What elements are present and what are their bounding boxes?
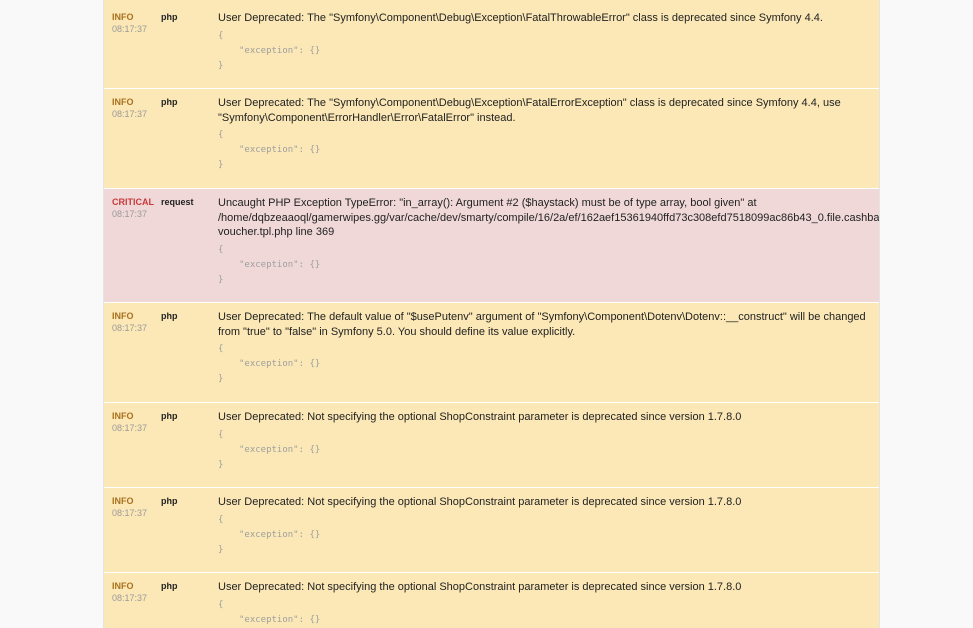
context-exception: "exception": {} bbox=[239, 444, 321, 455]
log-entry: INFO 08:17:37 php User Deprecated: Not s… bbox=[104, 488, 879, 573]
log-channel: php bbox=[161, 411, 178, 421]
log-time: 08:17:37 bbox=[112, 323, 148, 333]
log-entry: INFO 08:17:37 php User Deprecated: Not s… bbox=[104, 403, 879, 488]
log-level: INFO bbox=[112, 581, 134, 591]
log-time: 08:17:37 bbox=[112, 209, 148, 219]
log-message: User Deprecated: The "Symfony\Component\… bbox=[218, 97, 841, 124]
log-level-cell: INFO 08:17:37 bbox=[104, 11, 161, 88]
log-context: { "exception": {} } bbox=[218, 243, 879, 288]
context-exception: "exception": {} bbox=[239, 145, 321, 155]
context-open: { bbox=[218, 130, 224, 140]
context-open: { bbox=[218, 429, 224, 440]
log-message-cell: User Deprecated: The default value of "$… bbox=[218, 310, 879, 402]
context-close: } bbox=[218, 274, 224, 285]
log-time: 08:17:37 bbox=[112, 423, 148, 433]
context-exception: "exception": {} bbox=[239, 259, 321, 270]
log-entry: INFO 08:17:37 php User Deprecated: The "… bbox=[104, 0, 879, 89]
log-channel: php bbox=[161, 97, 178, 107]
log-message-cell: User Deprecated: Not specifying the opti… bbox=[218, 580, 879, 628]
log-message: User Deprecated: Not specifying the opti… bbox=[218, 411, 742, 423]
log-level-cell: INFO 08:17:37 bbox=[104, 410, 161, 487]
log-context: { "exception": {} } bbox=[218, 342, 873, 387]
log-panel: INFO 08:17:37 php User Deprecated: The "… bbox=[103, 0, 880, 628]
log-time: 08:17:37 bbox=[112, 593, 148, 603]
log-context: { "exception": {} } bbox=[218, 29, 873, 74]
log-message-cell: User Deprecated: The "Symfony\Component\… bbox=[218, 11, 879, 88]
log-message-cell: User Deprecated: Not specifying the opti… bbox=[218, 495, 879, 572]
context-close: } bbox=[218, 160, 224, 170]
log-context: { "exception": {} } bbox=[218, 128, 873, 173]
log-message: User Deprecated: The default value of "$… bbox=[218, 311, 866, 338]
log-list: INFO 08:17:37 php User Deprecated: The "… bbox=[104, 0, 879, 628]
log-message: Uncaught PHP Exception TypeError: "in_ar… bbox=[218, 197, 880, 238]
log-channel: php bbox=[161, 496, 178, 506]
log-level: INFO bbox=[112, 411, 134, 421]
log-context: { "exception": {} } bbox=[218, 428, 873, 473]
context-close: } bbox=[218, 374, 224, 384]
log-level-cell: INFO 08:17:37 bbox=[104, 580, 161, 628]
context-close: } bbox=[218, 459, 224, 470]
context-open: { bbox=[218, 244, 224, 255]
context-exception: "exception": {} bbox=[239, 45, 321, 56]
log-time: 08:17:37 bbox=[112, 109, 148, 119]
log-entry: INFO 08:17:37 php User Deprecated: Not s… bbox=[104, 573, 879, 628]
log-level: CRITICAL bbox=[112, 197, 154, 207]
log-level: INFO bbox=[112, 12, 134, 22]
context-open: { bbox=[218, 30, 224, 41]
log-message: User Deprecated: Not specifying the opti… bbox=[218, 496, 742, 508]
context-exception: "exception": {} bbox=[239, 529, 321, 540]
log-message: User Deprecated: Not specifying the opti… bbox=[218, 581, 742, 593]
log-level-cell: INFO 08:17:37 bbox=[104, 96, 161, 188]
log-context: { "exception": {} } bbox=[218, 598, 873, 628]
log-channel: php bbox=[161, 12, 178, 22]
context-open: { bbox=[218, 599, 224, 610]
log-level-cell: CRITICAL 08:17:37 bbox=[104, 196, 161, 302]
log-time: 08:17:37 bbox=[112, 24, 148, 34]
log-channel: php bbox=[161, 311, 178, 321]
context-open: { bbox=[218, 344, 224, 354]
context-exception: "exception": {} bbox=[239, 359, 321, 369]
log-context: { "exception": {} } bbox=[218, 513, 873, 558]
log-level-cell: INFO 08:17:37 bbox=[104, 310, 161, 402]
log-entry: CRITICAL 08:17:37 request Uncaught PHP E… bbox=[104, 189, 879, 303]
log-level-cell: INFO 08:17:37 bbox=[104, 495, 161, 572]
log-level: INFO bbox=[112, 496, 134, 506]
log-entry: INFO 08:17:37 php User Deprecated: The d… bbox=[104, 303, 879, 403]
log-message-cell: User Deprecated: The "Symfony\Component\… bbox=[218, 96, 879, 188]
context-exception: "exception": {} bbox=[239, 614, 321, 625]
log-channel: php bbox=[161, 581, 178, 591]
log-entry: INFO 08:17:37 php User Deprecated: The "… bbox=[104, 89, 879, 189]
log-level: INFO bbox=[112, 97, 134, 107]
log-time: 08:17:37 bbox=[112, 508, 148, 518]
log-message: User Deprecated: The "Symfony\Component\… bbox=[218, 12, 823, 24]
log-message-cell: User Deprecated: Not specifying the opti… bbox=[218, 410, 879, 487]
context-close: } bbox=[218, 544, 224, 555]
log-message-cell: Uncaught PHP Exception TypeError: "in_ar… bbox=[218, 196, 880, 302]
context-close: } bbox=[218, 60, 224, 71]
log-channel: request bbox=[161, 197, 194, 207]
log-level: INFO bbox=[112, 311, 134, 321]
context-open: { bbox=[218, 514, 224, 525]
